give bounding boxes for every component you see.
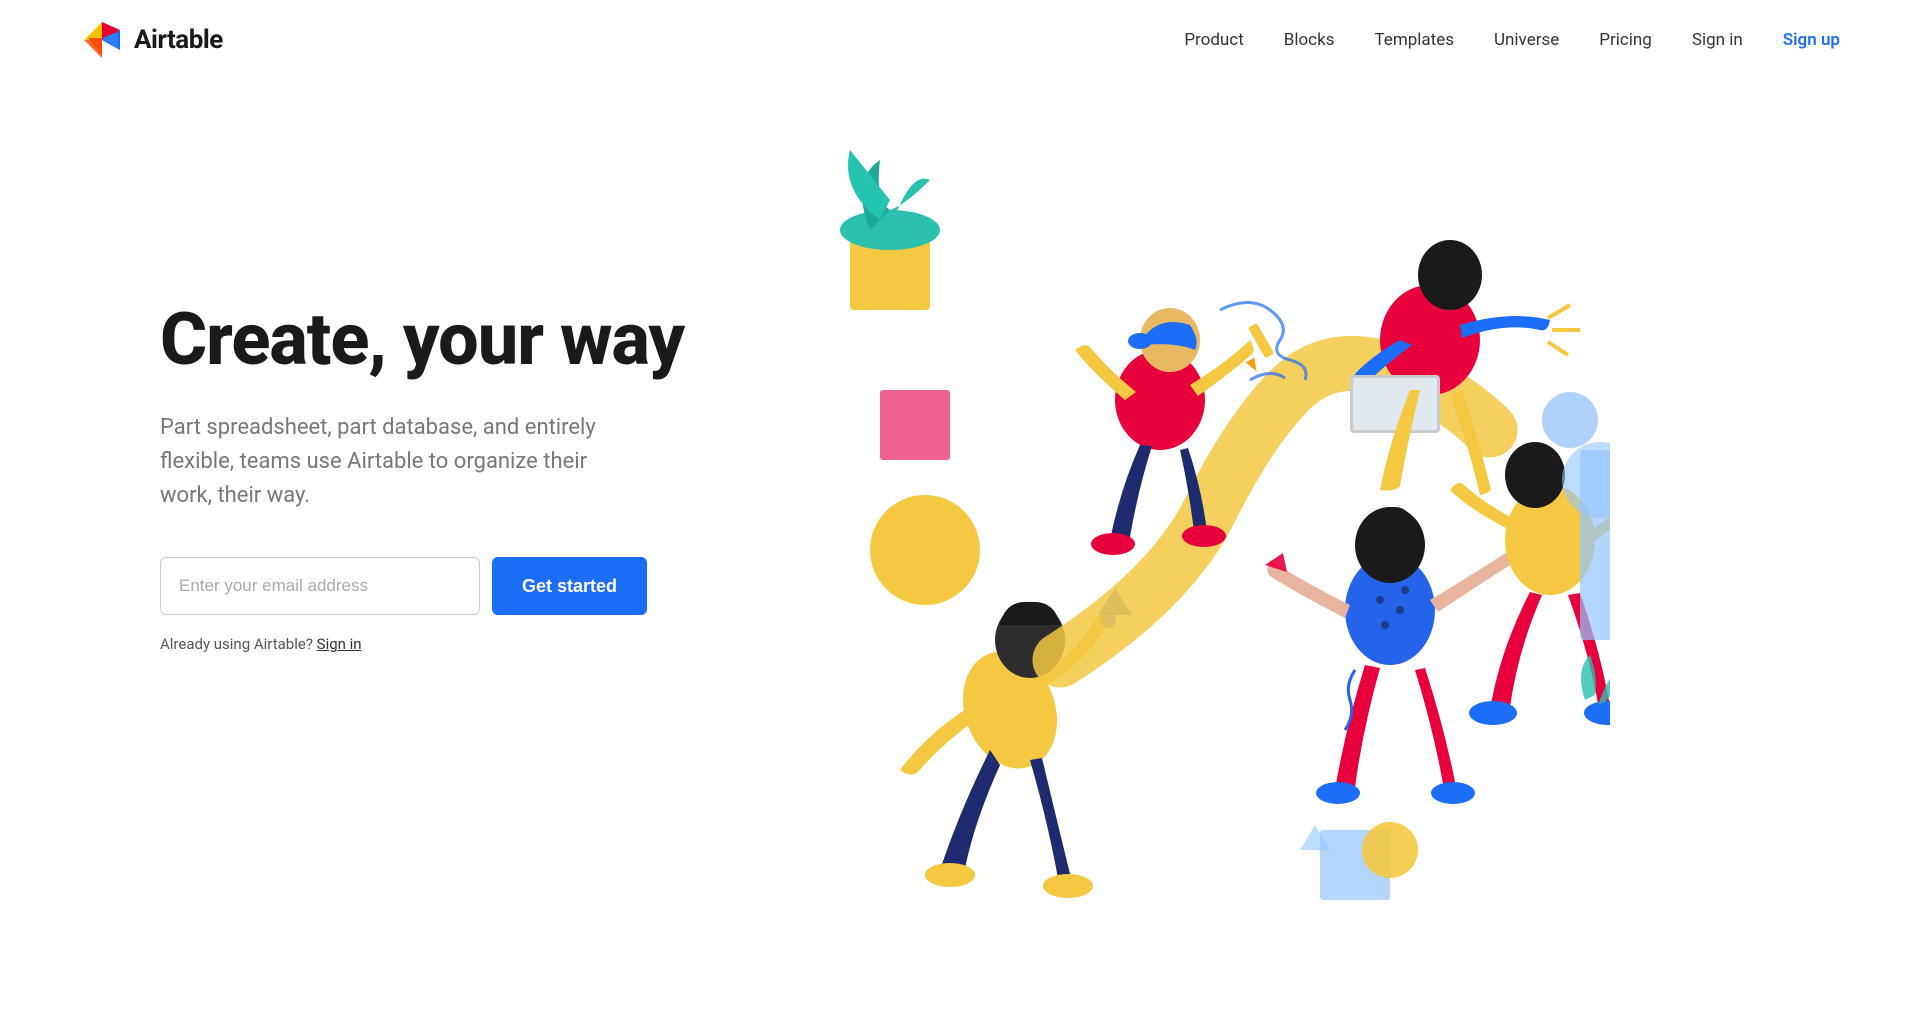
nav-item-templates[interactable]: Templates xyxy=(1374,30,1454,50)
site-header: Airtable Product Blocks Templates Univer… xyxy=(0,0,1920,80)
nav-item-product[interactable]: Product xyxy=(1184,30,1243,50)
airtable-logo-icon xyxy=(80,18,124,62)
email-signup-form: Get started xyxy=(160,557,740,615)
email-input[interactable] xyxy=(160,557,480,615)
signin-link[interactable]: Sign in xyxy=(317,635,362,653)
nav-signin-link[interactable]: Sign in xyxy=(1692,30,1743,50)
hero-heading: Create, your way xyxy=(160,300,740,379)
illustration-svg xyxy=(790,110,1610,930)
hero-subtext: Part spreadsheet, part database, and ent… xyxy=(160,411,640,513)
main-content: Create, your way Part spreadsheet, part … xyxy=(0,80,1920,1010)
nav-item-blocks[interactable]: Blocks xyxy=(1284,30,1335,50)
nav-item-pricing[interactable]: Pricing xyxy=(1599,30,1652,50)
nav-item-universe[interactable]: Universe xyxy=(1494,30,1559,50)
logo-text: Airtable xyxy=(134,25,223,55)
nav-signup-link[interactable]: Sign up xyxy=(1783,30,1840,50)
hero-illustration xyxy=(740,140,1840,1010)
logo[interactable]: Airtable xyxy=(80,18,223,62)
main-nav: Product Blocks Templates Universe Pricin… xyxy=(1184,30,1840,50)
hero-left-panel: Create, your way Part spreadsheet, part … xyxy=(160,140,740,653)
get-started-button[interactable]: Get started xyxy=(492,557,647,615)
signin-note: Already using Airtable? Sign in xyxy=(160,635,740,653)
